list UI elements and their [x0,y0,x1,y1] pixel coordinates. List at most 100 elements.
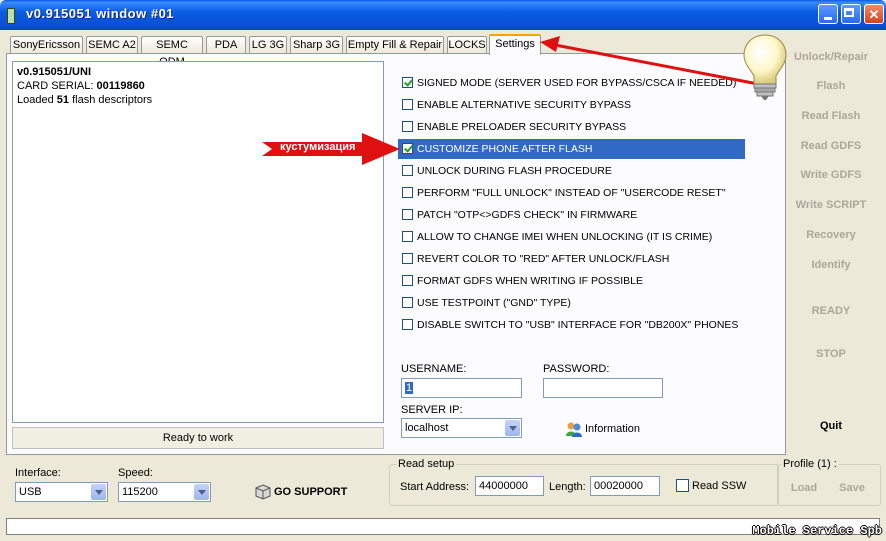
action-button-write-script[interactable]: Write SCRIPT [786,199,876,211]
setting-checkbox[interactable] [402,231,413,242]
tab-lg-3g[interactable]: LG 3G [249,36,287,53]
setting-row[interactable]: UNLOCK DURING FLASH PROCEDURE [398,161,746,181]
length-label: Length: [549,481,586,493]
speed-value: 115200 [122,486,158,498]
support-box-icon [255,484,271,500]
setting-checkbox[interactable] [402,165,413,176]
loaded-prefix: Loaded [17,94,57,106]
interface-select[interactable]: USB [15,482,108,502]
profile-load-button[interactable]: Load [780,482,828,494]
close-button[interactable]: ✕ [864,4,884,24]
length-input[interactable]: 00020000 [590,476,660,496]
window-title: v0.915051 window #01 [26,6,175,21]
tab-empty-fill-repair[interactable]: Empty Fill & Repair [346,36,444,53]
setting-checkbox[interactable] [402,121,413,132]
maximize-button[interactable] [841,4,861,24]
app-icon [7,8,15,24]
maximize-icon [844,8,854,17]
tab-locks[interactable]: LOCKS [447,36,487,53]
app-window: v0.915051 window #01 ✕ SonyEricsson SEMC… [0,0,886,541]
setting-checkbox[interactable] [402,253,413,264]
setting-label: DISABLE SWITCH TO "USB" INTERFACE FOR "D… [417,319,739,331]
setting-row[interactable]: ENABLE PRELOADER SECURITY BYPASS [398,117,746,137]
setting-checkbox[interactable] [402,77,413,88]
setting-checkbox[interactable] [402,275,413,286]
action-button-write-gdfs[interactable]: Write GDFS [786,169,876,181]
setting-row[interactable]: PERFORM "FULL UNLOCK" INSTEAD OF "USERCO… [398,183,746,203]
action-button-read-gdfs[interactable]: Read GDFS [786,140,876,152]
action-button-ready[interactable]: READY [786,305,876,317]
server-ip-select[interactable]: localhost [401,418,522,438]
minimize-icon [824,17,832,20]
setting-label: USE TESTPOINT ("GND" TYPE) [417,297,571,309]
username-input[interactable]: 1 [401,378,522,398]
setting-label: UNLOCK DURING FLASH PROCEDURE [417,165,612,177]
profile-title: Profile (1) : [781,458,839,470]
setting-checkbox[interactable] [402,99,413,110]
chevron-down-icon[interactable] [194,484,209,500]
setting-label: PERFORM "FULL UNLOCK" INSTEAD OF "USERCO… [417,187,726,199]
profile-save-button[interactable]: Save [828,482,876,494]
setting-label: REVERT COLOR TO "RED" AFTER UNLOCK/FLASH [417,253,670,265]
setting-row[interactable]: USE TESTPOINT ("GND" TYPE) [398,293,746,313]
arrow-head [540,36,560,52]
speed-label: Speed: [118,467,153,479]
arrow-line [549,42,759,86]
setting-row[interactable]: FORMAT GDFS WHEN WRITING IF POSSIBLE [398,271,746,291]
speed-select[interactable]: 115200 [118,482,211,502]
setting-row[interactable]: ENABLE ALTERNATIVE SECURITY BYPASS [398,95,746,115]
start-address-label: Start Address: [400,481,470,493]
setting-checkbox[interactable] [402,143,413,154]
loaded-count: 51 [56,94,70,106]
tab-sharp-3g[interactable]: Sharp 3G [290,36,343,53]
information-label: Information [585,423,641,435]
loaded-suffix: flash descriptors [69,94,153,106]
username-value: 1 [405,382,414,394]
setting-row[interactable]: REVERT COLOR TO "RED" AFTER UNLOCK/FLASH [398,249,746,269]
start-address-input[interactable]: 44000000 [475,476,544,496]
log-loaded: Loaded 51 flash descriptors [17,93,379,107]
setting-row[interactable]: CUSTOMIZE PHONE AFTER FLASH [398,139,745,159]
read-ssw-checkbox[interactable] [676,479,689,492]
setting-label: ENABLE PRELOADER SECURITY BYPASS [417,121,627,133]
action-button-identify[interactable]: Identify [786,259,876,271]
action-button-flash[interactable]: Flash [786,80,876,92]
action-button-unlock-repair[interactable]: Unlock/Repair [786,51,876,63]
setting-label: FORMAT GDFS WHEN WRITING IF POSSIBLE [417,275,643,287]
setting-row[interactable]: DISABLE SWITCH TO "USB" INTERFACE FOR "D… [398,315,746,335]
password-input[interactable] [543,378,663,398]
log-output[interactable]: v0.915051/UNI CARD SERIAL: 00119860 Load… [12,61,384,423]
tab-pda[interactable]: PDA [206,36,246,53]
setting-label: ALLOW TO CHANGE IMEI WHEN UNLOCKING (IT … [417,231,713,243]
tab-sonyericsson[interactable]: SonyEricsson [10,36,83,53]
status-bar: Ready to work [12,427,384,449]
server-ip-value: localhost [405,422,449,434]
setting-label: PATCH "OTP<>GDFS CHECK" IN FIRMWARE [417,209,638,221]
server-ip-label: SERVER IP: [401,404,463,416]
minimize-button[interactable] [818,4,838,24]
setting-checkbox[interactable] [402,209,413,220]
chevron-down-icon[interactable] [91,484,106,500]
interface-label: Interface: [15,467,61,479]
setting-label: CUSTOMIZE PHONE AFTER FLASH [417,143,593,155]
log-version: v0.915051/UNI [17,66,91,78]
setting-label: ENABLE ALTERNATIVE SECURITY BYPASS [417,99,631,111]
setting-checkbox[interactable] [402,187,413,198]
read-ssw-label: Read SSW [692,480,747,492]
interface-value: USB [19,486,42,498]
tab-semc-a2[interactable]: SEMC A2 [86,36,138,53]
setting-checkbox[interactable] [402,297,413,308]
read-setup-title: Read setup [396,458,457,470]
watermark: Mobile Service Spb [752,524,882,538]
title-bar[interactable]: v0.915051 window #01 ✕ [0,0,886,30]
setting-row[interactable]: PATCH "OTP<>GDFS CHECK" IN FIRMWARE [398,205,746,225]
setting-row[interactable]: ALLOW TO CHANGE IMEI WHEN UNLOCKING (IT … [398,227,746,247]
setting-checkbox[interactable] [402,319,413,330]
chevron-down-icon[interactable] [505,420,520,436]
action-button-stop[interactable]: STOP [786,348,876,360]
action-button-quit[interactable]: Quit [786,420,876,432]
tab-semc-odm[interactable]: SEMC ODM [141,36,203,68]
action-button-read-flash[interactable]: Read Flash [786,110,876,122]
action-button-recovery[interactable]: Recovery [786,229,876,241]
annotation-arrow-right [540,36,759,86]
